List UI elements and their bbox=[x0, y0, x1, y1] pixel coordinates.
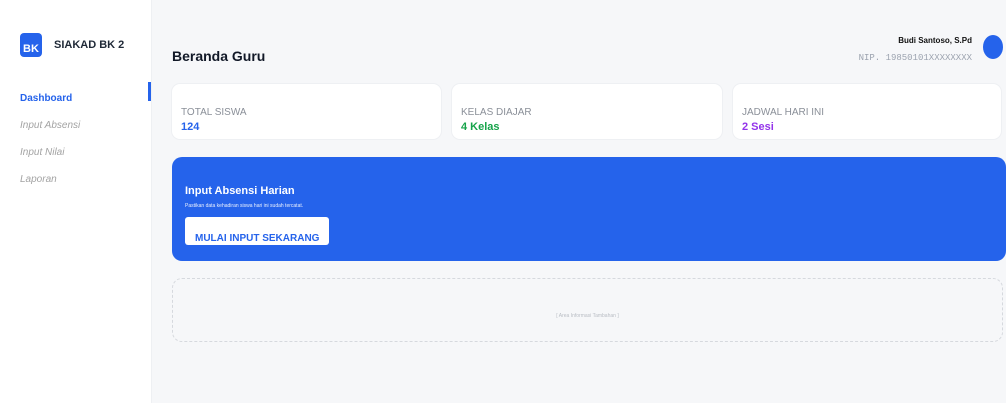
absensi-banner: Input Absensi Harian Pastikan data kehad… bbox=[172, 157, 1006, 261]
stat-value: 4 Kelas bbox=[461, 121, 500, 133]
user-info: Budi Santoso, S.Pd NIP. 19850101XXXXXXXX bbox=[859, 36, 972, 63]
stat-label: TOTAL SISWA bbox=[181, 107, 247, 118]
page-title: Beranda Guru bbox=[172, 48, 266, 64]
stat-card-total-siswa: TOTAL SISWA 124 bbox=[172, 84, 441, 139]
sidebar-nav: Dashboard Input Absensi Input Nilai Lapo… bbox=[0, 82, 151, 196]
app-name: SIAKAD BK 2 bbox=[54, 39, 125, 51]
banner-subtitle: Pastikan data kehadiran siswa hari ini s… bbox=[185, 203, 304, 209]
start-input-button[interactable]: MULAI INPUT SEKARANG bbox=[185, 217, 329, 245]
main-content: Beranda Guru Budi Santoso, S.Pd NIP. 198… bbox=[152, 0, 1006, 403]
banner-title: Input Absensi Harian bbox=[185, 185, 295, 197]
stat-value: 2 Sesi bbox=[742, 121, 774, 133]
sidebar-item-laporan[interactable]: Laporan bbox=[0, 169, 151, 196]
stat-card-jadwal-hari-ini: JADWAL HARI INI 2 Sesi bbox=[733, 84, 1001, 139]
user-nip: NIP. 19850101XXXXXXXX bbox=[858, 53, 972, 63]
user-name: Budi Santoso, S.Pd bbox=[898, 36, 972, 45]
sidebar-item-dashboard[interactable]: Dashboard bbox=[0, 82, 151, 115]
stat-value: 124 bbox=[181, 121, 200, 133]
sidebar: BK SIAKAD BK 2 Dashboard Input Absensi I… bbox=[0, 0, 152, 403]
stat-card-kelas-diajar: KELAS DIAJAR 4 Kelas bbox=[452, 84, 722, 139]
additional-info-placeholder: [ Area Informasi Tambahan ] bbox=[556, 313, 619, 319]
sidebar-item-input-absensi[interactable]: Input Absensi bbox=[0, 115, 151, 142]
brand[interactable]: BK SIAKAD BK 2 bbox=[20, 33, 124, 57]
stat-label: KELAS DIAJAR bbox=[461, 107, 532, 118]
stat-label: JADWAL HARI INI bbox=[742, 107, 825, 118]
app-logo: BK bbox=[20, 33, 42, 57]
additional-info-area: [ Area Informasi Tambahan ] bbox=[172, 278, 1003, 342]
sidebar-item-input-nilai[interactable]: Input Nilai bbox=[0, 142, 151, 169]
avatar[interactable] bbox=[983, 35, 1003, 59]
